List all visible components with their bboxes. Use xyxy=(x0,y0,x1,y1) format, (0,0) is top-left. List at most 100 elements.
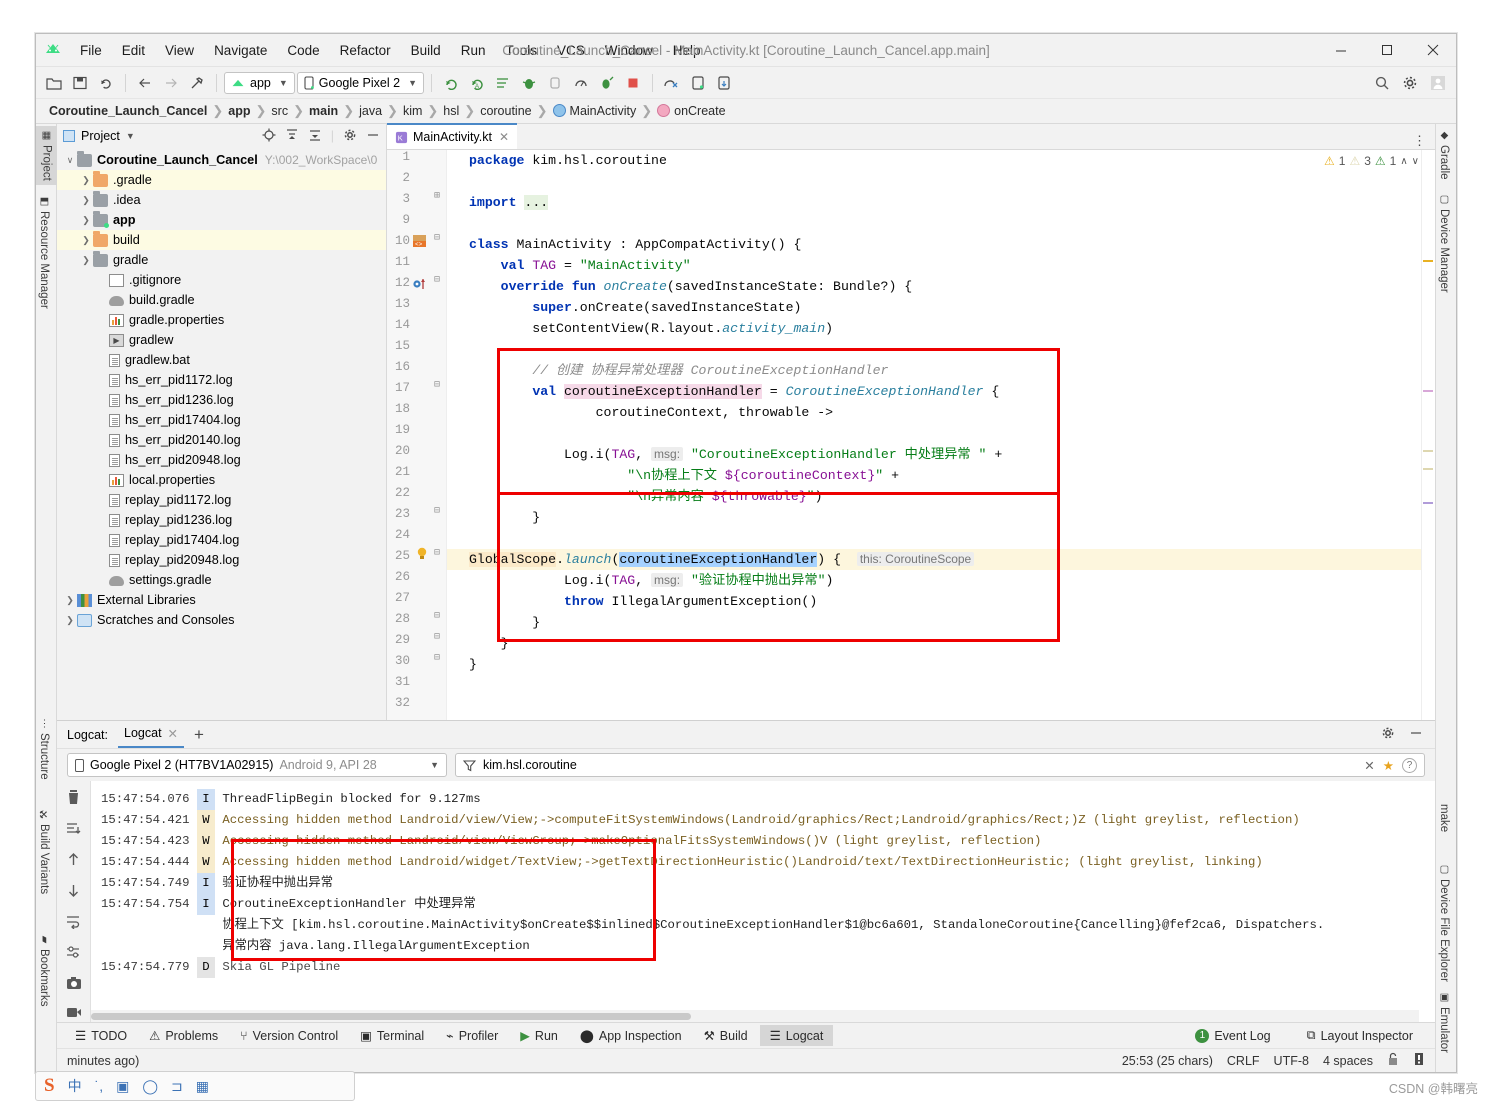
editor-tabs[interactable]: K MainActivity.kt ✕ ⋮ xyxy=(387,124,1435,150)
inspection-summary[interactable]: ⚠ 1 ⚠ 3 ⚠ 1 ∧ ∨ xyxy=(1324,154,1419,168)
settings-gear-icon[interactable] xyxy=(1398,71,1422,95)
menu-tools[interactable]: Tools xyxy=(495,39,547,62)
sidebar-item-structure[interactable]: ⋮ Structure xyxy=(38,719,50,780)
bottom-tab-todo[interactable]: ☰ TODO xyxy=(65,1025,137,1046)
project-panel-tools[interactable]: | xyxy=(262,128,380,145)
tree-item-settings-gradle[interactable]: settings.gradle xyxy=(57,570,386,590)
project-tool-window[interactable]: Project ▼ | xyxy=(57,124,387,720)
logcat-header-actions[interactable] xyxy=(1381,726,1435,743)
menu-navigate[interactable]: Navigate xyxy=(204,39,277,62)
breadcrumb-item-project[interactable]: Coroutine_Launch_Cancel xyxy=(44,104,212,118)
fold-marker-handler-end[interactable]: ⊟ xyxy=(434,505,440,517)
attach-debugger-icon[interactable] xyxy=(543,71,567,95)
soft-wrap-icon[interactable] xyxy=(66,914,81,932)
open-folder-icon[interactable] xyxy=(42,71,66,95)
sidebar-item-bookmarks[interactable]: ▰ Bookmarks xyxy=(38,934,50,1007)
tree-item-hs-err-pid20948-log[interactable]: hs_err_pid20948.log xyxy=(57,450,386,470)
toolbar-right-group[interactable] xyxy=(1370,71,1450,95)
scrollbar-thumb[interactable] xyxy=(91,1013,691,1020)
menu-file[interactable]: File xyxy=(70,39,112,62)
event-log-button[interactable]: 1 Event Log xyxy=(1185,1025,1280,1046)
fold-marker-oncreate-end[interactable]: ⊟ xyxy=(434,631,440,643)
device-selector[interactable]: Google Pixel 2 ▼ xyxy=(297,72,424,94)
main-toolbar[interactable]: app ▼ Google Pixel 2 ▼ A xyxy=(36,67,1456,99)
expand-all-icon[interactable] xyxy=(285,128,299,145)
logcat-device-selector[interactable]: Google Pixel 2 (HT7BV1A02915) Android 9,… xyxy=(67,753,447,777)
lock-icon[interactable] xyxy=(1387,1052,1399,1069)
tree-item-scratches-and-consoles[interactable]: ❯Scratches and Consoles xyxy=(57,610,386,630)
bottom-tab-run[interactable]: ▶ Run xyxy=(510,1025,568,1046)
breadcrumb-item-src[interactable]: src xyxy=(266,104,293,118)
forward-icon[interactable] xyxy=(159,71,183,95)
ime-floating-bar[interactable]: S 中 ˙, ▣ ◯ ⊐ ▦ xyxy=(35,1071,355,1101)
chevron-right-icon[interactable]: ❯ xyxy=(63,615,77,626)
editor-tab-options-icon[interactable]: ⋮ xyxy=(1404,133,1435,149)
sdk-manager-icon[interactable] xyxy=(660,71,684,95)
fold-marker-class-end[interactable]: ⊟ xyxy=(434,652,440,664)
ime-emoji-icon[interactable]: ⊐ xyxy=(171,1078,183,1095)
tree-item-build-gradle[interactable]: build.gradle xyxy=(57,290,386,310)
chevron-right-icon[interactable]: ❯ xyxy=(79,235,93,246)
tree-item-gradle[interactable]: ❯gradle xyxy=(57,250,386,270)
hide-logcat-icon[interactable] xyxy=(1409,726,1423,743)
menu-view[interactable]: View xyxy=(155,39,204,62)
select-opened-file-icon[interactable] xyxy=(262,128,276,145)
sync-icon[interactable] xyxy=(94,71,118,95)
tree-item-hs-err-pid20140-log[interactable]: hs_err_pid20140.log xyxy=(57,430,386,450)
menu-build[interactable]: Build xyxy=(401,39,451,62)
tree-item-replay-pid1236-log[interactable]: replay_pid1236.log xyxy=(57,510,386,530)
chevron-right-icon[interactable]: ❯ xyxy=(79,215,93,226)
screen-record-icon[interactable] xyxy=(66,1006,82,1022)
breadcrumb-item-java[interactable]: java xyxy=(354,104,387,118)
run-icon[interactable] xyxy=(439,71,463,95)
hide-panel-icon[interactable] xyxy=(366,128,380,145)
sidebar-item-make[interactable]: make xyxy=(1438,804,1450,832)
tree-item-external-libraries[interactable]: ❯External Libraries xyxy=(57,590,386,610)
chevron-right-icon[interactable]: ❯ xyxy=(63,595,77,606)
bottom-tab-build[interactable]: ⚒ Build xyxy=(694,1025,758,1046)
fold-marker-launch-end[interactable]: ⊟ xyxy=(434,610,440,622)
tree-item--gradle[interactable]: ❯.gradle xyxy=(57,170,386,190)
breadcrumb-item-app[interactable]: app xyxy=(223,104,255,118)
logcat-lines-icon[interactable] xyxy=(491,71,515,95)
bottom-bar-right[interactable]: 1 Event Log ⧉ Layout Inspector xyxy=(1185,1025,1435,1046)
menu-run[interactable]: Run xyxy=(451,39,496,62)
bottom-tab-terminal[interactable]: ▣ Terminal xyxy=(350,1025,434,1046)
stripe-weak-4[interactable] xyxy=(1423,502,1433,504)
tree-item-hs-err-pid1172-log[interactable]: hs_err_pid1172.log xyxy=(57,370,386,390)
fold-marker-oncreate[interactable]: ⊟ xyxy=(434,274,440,286)
chevron-expanded-icon[interactable]: ∨ xyxy=(63,155,77,166)
right-tool-window-bar[interactable]: ◆ Gradle ▢ Device Manager make ▢ Device … xyxy=(1435,124,1456,1072)
status-bar-right[interactable]: 25:53 (25 chars) CRLF UTF-8 4 spaces xyxy=(1122,1052,1435,1069)
status-bar[interactable]: minutes ago) 25:53 (25 chars) CRLF UTF-8… xyxy=(57,1048,1435,1072)
stripe-warning[interactable] xyxy=(1423,260,1433,262)
fold-marker-handler[interactable]: ⊟ xyxy=(434,379,440,391)
logcat-horizontal-scrollbar[interactable] xyxy=(91,1010,1419,1022)
logcat-filter-bar[interactable]: Google Pixel 2 (HT7BV1A02915) Android 9,… xyxy=(57,749,1435,781)
breadcrumb[interactable]: Coroutine_Launch_Cancel ❯ app ❯ src ❯ ma… xyxy=(36,99,1456,124)
run-with-coverage-icon[interactable] xyxy=(595,71,619,95)
next-problem-icon[interactable]: ∨ xyxy=(1412,156,1419,167)
logcat-settings-gear-icon[interactable] xyxy=(1381,726,1395,743)
error-stripe-scrollbar[interactable] xyxy=(1421,150,1435,720)
run-configuration-selector[interactable]: app ▼ xyxy=(224,72,295,94)
search-icon[interactable] xyxy=(1370,71,1394,95)
indent-setting[interactable]: 4 spaces xyxy=(1323,1054,1373,1068)
chevron-down-icon-device[interactable]: ▼ xyxy=(430,760,439,770)
down-arrow-icon[interactable] xyxy=(66,883,81,901)
stop-icon[interactable] xyxy=(621,71,645,95)
project-panel-header[interactable]: Project ▼ | xyxy=(57,124,386,148)
logcat-tool-window[interactable]: Logcat: Logcat ✕ + xyxy=(57,720,1435,1022)
menu-help[interactable]: Help xyxy=(663,39,711,62)
fold-marker-class[interactable]: ⊟ xyxy=(434,232,440,244)
bottom-tab-profiler[interactable]: ⌁ Profiler xyxy=(436,1025,508,1046)
tree-item-replay-pid20948-log[interactable]: replay_pid20948.log xyxy=(57,550,386,570)
collapse-all-icon[interactable] xyxy=(308,128,322,145)
gutter-override-marker-icon[interactable] xyxy=(412,277,428,295)
logcat-session-tab[interactable]: Logcat ✕ xyxy=(118,722,184,748)
logcat-vertical-scrollbar[interactable] xyxy=(1420,781,1435,1010)
breadcrumb-item-oncreate[interactable]: onCreate xyxy=(652,104,730,118)
logcat-body[interactable]: 15:47:54.076 I ThreadFlipBegin blocked f… xyxy=(57,781,1435,1022)
chevron-right-icon[interactable]: ❯ xyxy=(79,195,93,206)
tree-item-gradle-properties[interactable]: gradle.properties xyxy=(57,310,386,330)
